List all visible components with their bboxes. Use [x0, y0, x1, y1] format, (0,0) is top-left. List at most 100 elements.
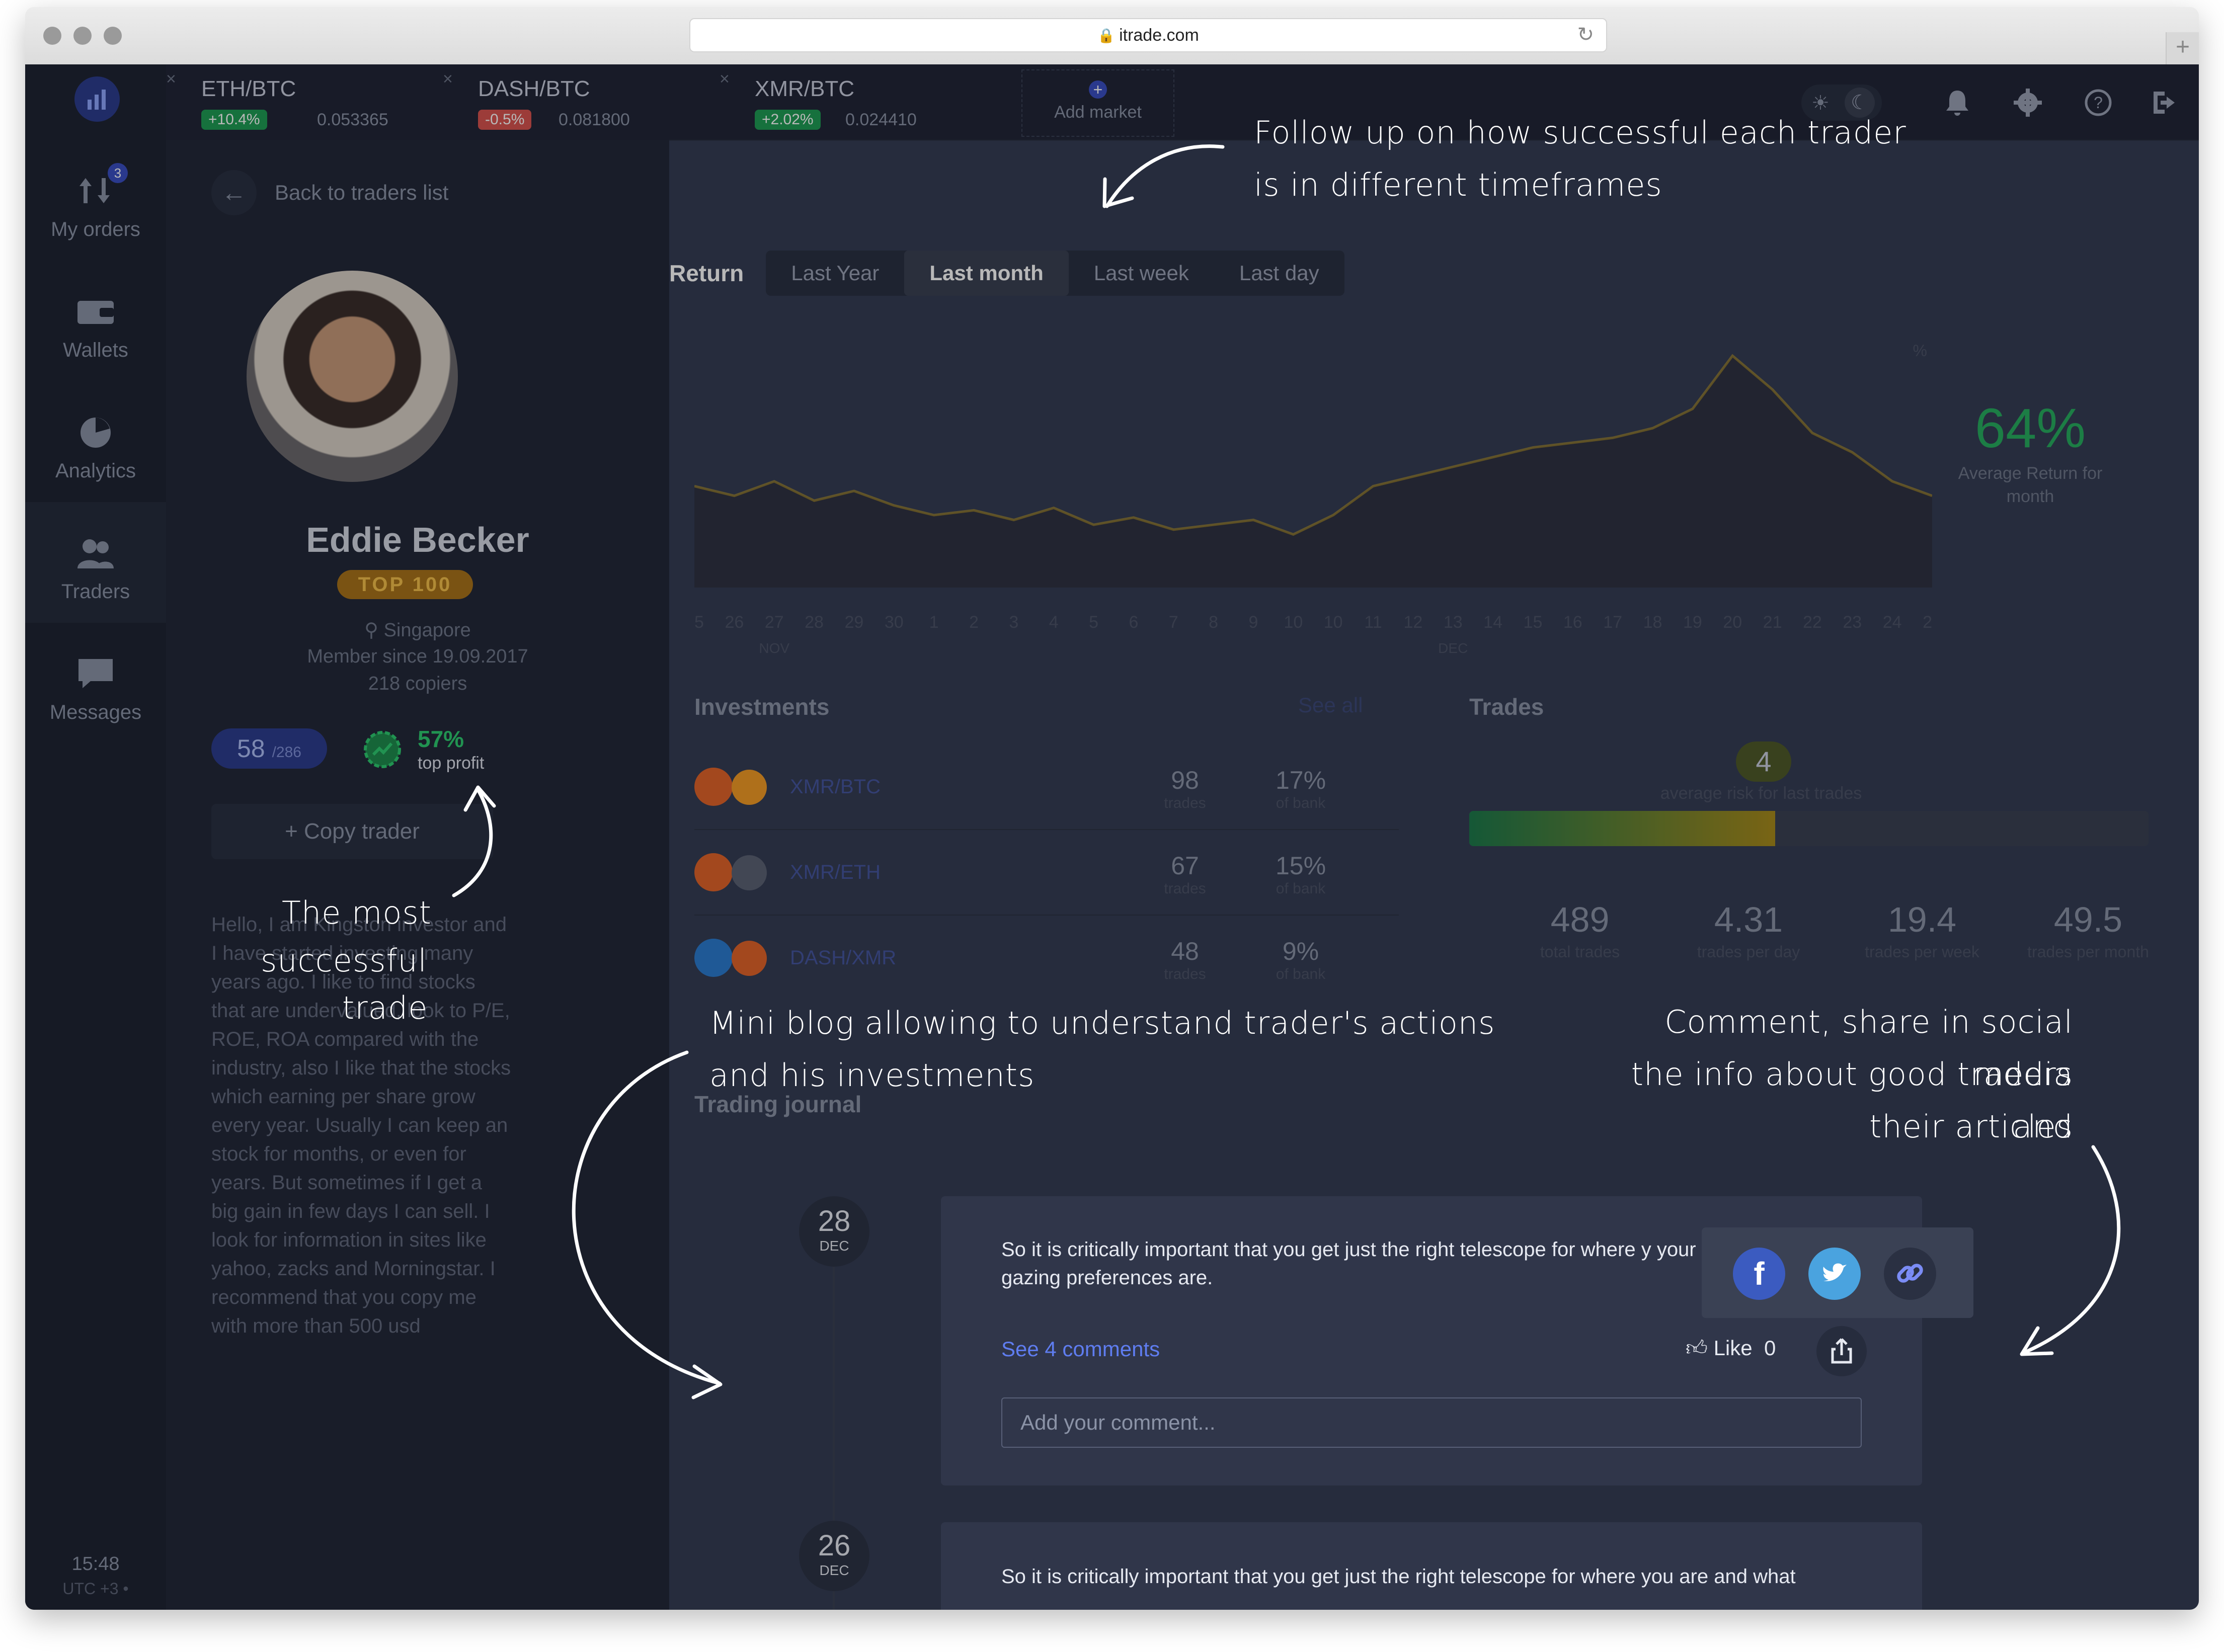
top-profit-label: top profit	[418, 754, 485, 773]
stat-label: trades per month	[2027, 943, 2149, 961]
x-tick-label: 7	[1169, 613, 1178, 632]
market-tab-xmr-btc[interactable]: × XMR/BTC +2.02% 0.024410	[720, 64, 996, 140]
x-tick-label: 4	[1049, 613, 1059, 632]
reload-icon[interactable]: ↻	[1577, 23, 1594, 46]
stat-value: 49.5	[2053, 900, 2123, 939]
logout-icon[interactable]	[2149, 88, 2179, 118]
market-tab-dash-btc[interactable]: × DASH/BTC -0.5% 0.081800	[443, 64, 720, 140]
post-date-badge: 28 DEC	[799, 1196, 869, 1267]
x-tick-label: 17	[1603, 613, 1622, 632]
x-tick-label: 20	[1723, 613, 1742, 632]
rank-value: 58	[237, 734, 265, 763]
profit-medal-icon	[364, 731, 401, 768]
x-tick-label: 28	[805, 613, 824, 632]
sidebar-item-messages[interactable]: Messages	[25, 623, 166, 744]
sidebar-item-my-orders[interactable]: 3 My orders	[25, 140, 166, 261]
market-pair: ETH/BTC	[201, 76, 296, 101]
sidebar-item-label: My orders	[51, 218, 140, 240]
app-logo-icon[interactable]	[74, 76, 120, 122]
help-icon[interactable]: ?	[2083, 88, 2113, 118]
return-tabs: Return Last Year Last month Last week La…	[664, 251, 1344, 296]
share-popover: f	[1702, 1227, 1973, 1318]
timeframe-tabs: Last Year Last month Last week Last day	[766, 251, 1344, 296]
investment-pair: XMR/ETH	[790, 861, 881, 883]
back-label: Back to traders list	[275, 181, 449, 204]
y-unit-label: %	[1913, 342, 1927, 360]
annotation-timeframes-1: Follow up on how successful each trader	[1254, 114, 1907, 151]
pin-icon: ⚲	[364, 620, 384, 641]
return-area	[694, 356, 1932, 588]
wallet-icon	[77, 301, 114, 324]
copy-trader-label: Copy trader	[304, 819, 420, 844]
trades-label: trades	[1164, 795, 1206, 811]
share-icon	[1831, 1338, 1852, 1364]
tab-last-month[interactable]: Last month	[904, 251, 1069, 296]
users-icon	[77, 539, 114, 568]
stat-trades-per-day: 4.31 trades per day	[1665, 899, 1832, 961]
top-badge: TOP 100	[337, 570, 473, 599]
close-market-icon[interactable]: ×	[166, 69, 176, 89]
market-change: +2.02%	[755, 110, 821, 130]
investment-trades: 48 trades	[1142, 937, 1228, 983]
close-market-icon[interactable]: ×	[443, 69, 453, 89]
post-date-badge: 26 DEC	[799, 1521, 869, 1591]
investment-row[interactable]: XMR/ETH 67 trades 15% of bank	[694, 829, 1399, 916]
market-tab-eth-btc[interactable]: × ETH/BTC +10.4% 0.053365	[166, 64, 443, 140]
investment-pair: XMR/BTC	[790, 776, 881, 798]
tab-last-day[interactable]: Last day	[1214, 251, 1344, 296]
url-text: itrade.com	[1119, 25, 1199, 45]
clock-timezone: UTC +3 •	[62, 1580, 129, 1598]
share-button[interactable]	[1816, 1326, 1867, 1376]
average-return-value: 64%	[1974, 397, 2086, 459]
address-bar[interactable]: 🔒 itrade.com ↻	[689, 18, 1607, 52]
rank-badge: 58 /286	[211, 728, 327, 769]
investment-row[interactable]: DASH/XMR 48 trades 9% of bank	[694, 915, 1399, 1000]
x-tick-label: 26	[725, 613, 744, 632]
arrow-left-icon: ←	[211, 170, 257, 215]
bell-icon[interactable]	[1942, 88, 1972, 118]
minimize-window-dot[interactable]	[73, 27, 92, 45]
location-text: Singapore	[383, 620, 471, 641]
stat-value: 489	[1550, 900, 1610, 939]
like-button[interactable]: 👍︎ Like 0	[1686, 1336, 1776, 1361]
annotation-trade-1: The most	[282, 894, 432, 931]
sidebar-item-analytics[interactable]: Analytics	[25, 381, 166, 502]
see-comments-link[interactable]: See 4 comments	[1001, 1337, 1160, 1361]
trades-title: Trades	[1469, 694, 1544, 720]
investment-row[interactable]: XMR/BTC 98 trades 17% of bank	[694, 744, 1399, 830]
sidebar-item-traders[interactable]: Traders	[25, 502, 166, 623]
copy-trader-button[interactable]: + Copy trader	[211, 804, 493, 859]
back-to-list-link[interactable]: ← Back to traders list	[211, 170, 448, 215]
investment-bank-share: 17% of bank	[1258, 766, 1343, 812]
x-tick-label: 2	[969, 613, 979, 632]
x-tick-label: 9	[1249, 613, 1258, 632]
x-tick-label: 16	[1563, 613, 1582, 632]
tab-last-year[interactable]: Last Year	[766, 251, 904, 296]
add-market-button[interactable]: + Add market	[1021, 69, 1174, 137]
sidebar-item-label: Wallets	[63, 339, 128, 361]
facebook-icon[interactable]: f	[1733, 1248, 1785, 1300]
post-day: 28	[818, 1205, 851, 1237]
link-icon[interactable]	[1884, 1248, 1936, 1300]
x-tick-label: 1	[929, 613, 939, 632]
like-count: 0	[1764, 1336, 1776, 1360]
comment-input[interactable]	[1001, 1397, 1862, 1448]
sidebar-item-label: Analytics	[55, 460, 136, 482]
twitter-icon[interactable]	[1808, 1248, 1861, 1300]
like-label: Like	[1713, 1336, 1753, 1360]
gear-icon[interactable]	[2013, 88, 2043, 118]
close-market-icon[interactable]: ×	[720, 69, 730, 89]
tab-last-week[interactable]: Last week	[1069, 251, 1214, 296]
new-tab-button[interactable]: +	[2166, 32, 2199, 64]
clock-time: 15:48	[71, 1553, 120, 1575]
bank-pct-label: of bank	[1276, 795, 1326, 811]
monero-icon	[694, 853, 733, 891]
annotation-social-3: their articles	[1869, 1108, 2073, 1145]
market-pair: DASH/BTC	[478, 76, 590, 101]
close-window-dot[interactable]	[43, 27, 61, 45]
sidebar-item-wallets[interactable]: Wallets	[25, 261, 166, 381]
maximize-window-dot[interactable]	[104, 27, 122, 45]
see-all-link[interactable]: See all	[1298, 693, 1363, 717]
return-title: Return	[669, 260, 744, 286]
return-area-chart: 2526272829301234567891010111213141516171…	[694, 342, 1932, 656]
